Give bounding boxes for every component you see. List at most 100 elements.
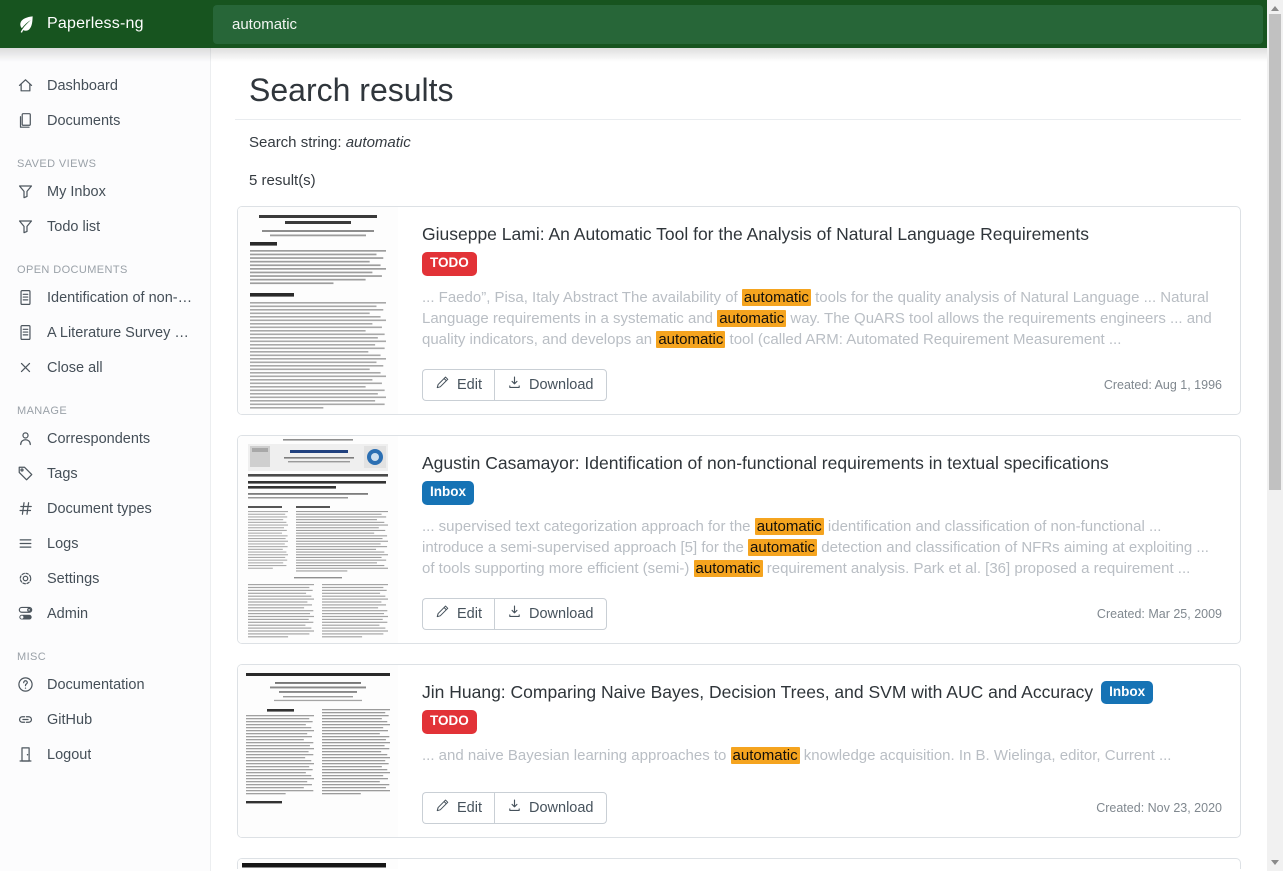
sidebar-item-correspondents[interactable]: Correspondents bbox=[0, 421, 210, 456]
tag-badge[interactable]: Inbox bbox=[422, 481, 474, 504]
edit-button[interactable]: Edit bbox=[422, 369, 494, 401]
download-button-label: Download bbox=[529, 800, 594, 816]
download-icon bbox=[507, 798, 522, 817]
search-string-label: Search string: bbox=[249, 134, 342, 151]
sidebar-section-heading: SAVED VIEWS bbox=[0, 144, 210, 174]
sidebar-item-logs[interactable]: Logs bbox=[0, 526, 210, 561]
sidebar-item-my-inbox[interactable]: My Inbox bbox=[0, 174, 210, 209]
download-button[interactable]: Download bbox=[494, 598, 607, 630]
sidebar-item-logout[interactable]: Logout bbox=[0, 737, 210, 772]
person-icon bbox=[17, 430, 34, 447]
search-hit-highlight: automatic bbox=[731, 747, 800, 764]
search-excerpt: ... Faedo”, Pisa, Italy Abstract The ava… bbox=[422, 287, 1222, 351]
download-button[interactable]: Download bbox=[494, 792, 607, 824]
title-row: Jin Huang: Comparing Naive Bayes, Decisi… bbox=[422, 678, 1222, 705]
edit-button[interactable]: Edit bbox=[422, 792, 494, 824]
download-icon bbox=[507, 375, 522, 394]
sidebar-item-a-literature-survey-on[interactable]: A Literature Survey on ... bbox=[0, 315, 210, 350]
sidebar-section-heading: MANAGE bbox=[0, 391, 210, 421]
document-title-link[interactable]: Giuseppe Lami: An Automatic Tool for the… bbox=[422, 224, 1089, 244]
sidebar-item-dashboard[interactable]: Dashboard bbox=[0, 68, 210, 103]
brand-label: Paperless-ng bbox=[47, 15, 144, 33]
close-icon bbox=[17, 359, 34, 376]
sidebar-section: DashboardDocuments bbox=[0, 68, 210, 138]
card-main: Giuseppe Lami: An Automatic Tool for the… bbox=[398, 207, 1240, 414]
pencil-icon bbox=[435, 604, 450, 623]
search-string-line: Search string: automatic bbox=[249, 134, 1241, 151]
door-icon bbox=[17, 746, 34, 763]
scrollbar bbox=[1267, 0, 1283, 871]
card-main: Jin Huang: Comparing Naive Bayes, Decisi… bbox=[398, 665, 1240, 837]
sidebar-item-identification-of-non-fu[interactable]: Identification of non-fu... bbox=[0, 280, 210, 315]
card-main bbox=[398, 859, 1240, 869]
sidebar-item-label: Logs bbox=[47, 536, 78, 552]
sidebar-item-label: A Literature Survey on ... bbox=[47, 325, 193, 341]
sidebar-item-settings[interactable]: Settings bbox=[0, 561, 210, 596]
sidebar-item-documents[interactable]: Documents bbox=[0, 103, 210, 138]
scrollbar-thumb[interactable] bbox=[1269, 14, 1281, 490]
hash-icon bbox=[17, 500, 34, 517]
tag-badge[interactable]: TODO bbox=[422, 710, 477, 733]
search-hit-highlight: automatic bbox=[748, 539, 817, 556]
sidebar-item-label: Todo list bbox=[47, 219, 100, 235]
document-thumbnail[interactable] bbox=[238, 859, 398, 869]
sidebar-item-label: Tags bbox=[47, 466, 78, 482]
sidebar-item-label: Logout bbox=[47, 747, 91, 763]
sidebar-section: MISCDocumentationGitHubLogout bbox=[0, 637, 210, 772]
document-thumbnail[interactable] bbox=[238, 665, 398, 837]
document-title-link[interactable]: Jin Huang: Comparing Naive Bayes, Decisi… bbox=[422, 682, 1093, 702]
download-icon bbox=[507, 604, 522, 623]
search-string-value: automatic bbox=[346, 134, 411, 151]
action-button-group: Edit Download bbox=[422, 598, 607, 630]
body-row: DashboardDocuments SAVED VIEWSMy Inbox Tod… bbox=[0, 48, 1267, 871]
tag-badge[interactable]: Inbox bbox=[1101, 681, 1153, 704]
sidebar-item-github[interactable]: GitHub bbox=[0, 702, 210, 737]
sidebar-item-label: Identification of non-fu... bbox=[47, 290, 193, 306]
document-thumbnail[interactable] bbox=[238, 207, 398, 414]
pencil-icon bbox=[435, 375, 450, 394]
file-text-icon bbox=[17, 324, 34, 341]
document-title-link[interactable]: Agustin Casamayor: Identification of non… bbox=[422, 453, 1109, 473]
documents-icon bbox=[17, 112, 34, 129]
scrollbar-down-arrow-icon[interactable] bbox=[1271, 860, 1279, 865]
sidebar-item-label: GitHub bbox=[47, 712, 92, 728]
sidebar-item-close-all[interactable]: Close all bbox=[0, 350, 210, 385]
tag-icon bbox=[17, 465, 34, 482]
badge-row: Inbox bbox=[422, 481, 1222, 504]
scrollbar-up-arrow-icon[interactable] bbox=[1271, 6, 1279, 11]
funnel-icon bbox=[17, 218, 34, 235]
sidebar-item-admin[interactable]: Admin bbox=[0, 596, 210, 631]
edit-button[interactable]: Edit bbox=[422, 598, 494, 630]
card-main: Agustin Casamayor: Identification of non… bbox=[398, 436, 1240, 643]
sidebar-item-tags[interactable]: Tags bbox=[0, 456, 210, 491]
tag-badge[interactable]: TODO bbox=[422, 252, 477, 275]
card-footer: EditDownloadCreated: Nov 23, 2020 bbox=[422, 792, 1222, 824]
sidebar-item-document-types[interactable]: Document types bbox=[0, 491, 210, 526]
sidebar-item-documentation[interactable]: Documentation bbox=[0, 667, 210, 702]
document-thumbnail[interactable] bbox=[238, 436, 398, 643]
sidebar-section: SAVED VIEWSMy Inbox Todo list bbox=[0, 144, 210, 244]
results-list: Giuseppe Lami: An Automatic Tool for the… bbox=[237, 206, 1241, 869]
download-button[interactable]: Download bbox=[494, 369, 607, 401]
question-circle-icon bbox=[17, 676, 34, 693]
search-input[interactable] bbox=[213, 5, 1263, 44]
created-date: Created: Mar 25, 2009 bbox=[1097, 607, 1222, 621]
sidebar-item-todo-list[interactable]: Todo list bbox=[0, 209, 210, 244]
search-result-card-partial bbox=[237, 858, 1241, 869]
search-result-card: Jin Huang: Comparing Naive Bayes, Decisi… bbox=[237, 664, 1241, 838]
edit-button-label: Edit bbox=[457, 606, 482, 622]
toggles-icon bbox=[17, 605, 34, 622]
download-button-label: Download bbox=[529, 606, 594, 622]
sidebar-section-heading: OPEN DOCUMENTS bbox=[0, 250, 210, 280]
gear-icon bbox=[17, 570, 34, 587]
app-brand[interactable]: Paperless-ng bbox=[0, 0, 211, 48]
action-button-group: EditDownload bbox=[422, 369, 607, 401]
link-icon bbox=[17, 711, 34, 728]
page-title: Search results bbox=[249, 72, 1241, 109]
action-button-group: Edit Download bbox=[422, 792, 607, 824]
title-row: Agustin Casamayor: Identification of non… bbox=[422, 449, 1222, 476]
sidebar: DashboardDocuments SAVED VIEWSMy Inbox Tod… bbox=[0, 48, 211, 871]
title-row: Giuseppe Lami: An Automatic Tool for the… bbox=[422, 220, 1222, 247]
sidebar-section: MANAGECorrespondents Tags Document types Lo… bbox=[0, 391, 210, 631]
search-hit-highlight: automatic bbox=[717, 310, 786, 327]
